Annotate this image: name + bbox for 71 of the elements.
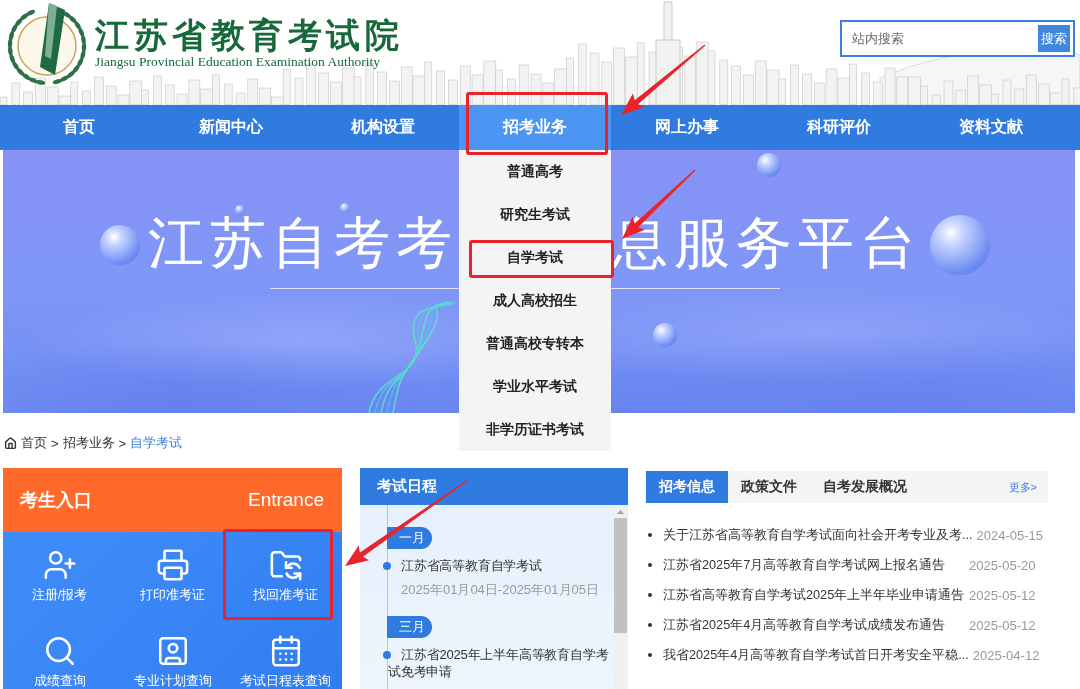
- bullet-icon: [648, 623, 652, 627]
- banner-title: 江苏自考考: [148, 212, 458, 274]
- scrollbar-thumb[interactable]: [614, 518, 627, 633]
- folder-refresh-icon: [268, 548, 303, 582]
- news-date: 2025-05-12: [969, 617, 1036, 633]
- entrance-title: 考生入口: [20, 489, 92, 512]
- entrance-link[interactable]: 找回准考证: [253, 548, 318, 602]
- breadcrumb-separator: >: [51, 435, 59, 451]
- month-label: 一月: [387, 527, 432, 549]
- menu-item[interactable]: 普通高考: [507, 163, 563, 180]
- search-button[interactable]: 搜索: [1038, 25, 1070, 52]
- news-link[interactable]: 关于江苏省高等教育自学考试面向社会开考专业及考...: [663, 526, 973, 544]
- breadcrumb-current: 自学考试: [130, 434, 183, 452]
- event-title: 江苏省高等教育自学考试: [401, 558, 542, 573]
- menu-item[interactable]: 研究生考试: [500, 206, 570, 223]
- entrance-link[interactable]: 考试日程表查询: [240, 634, 331, 688]
- nav-link[interactable]: 招考业务: [459, 105, 611, 150]
- sphere-icon: [100, 225, 140, 265]
- news-date: 2025-05-20: [969, 557, 1036, 573]
- bullet-icon: [648, 563, 652, 567]
- nav-link[interactable]: 新闻中心: [155, 105, 307, 150]
- home-icon: [4, 436, 17, 450]
- site-subtitle: Jiangsu Provincial Education Examination Authority: [95, 54, 381, 69]
- sphere-icon: [757, 153, 781, 177]
- sphere-icon: [235, 205, 245, 215]
- timeline-dot-icon: [383, 562, 391, 570]
- news-date: 2025-04-12: [972, 647, 1040, 663]
- bullet-icon: [648, 593, 652, 597]
- bullet-icon: [648, 533, 652, 537]
- printer-icon: [155, 548, 190, 582]
- menu-item[interactable]: 成人高校招生: [493, 292, 577, 309]
- tab[interactable]: 招考信息: [646, 471, 728, 503]
- entrance-link[interactable]: 打印准考证: [140, 548, 205, 602]
- news-link[interactable]: 江苏省2025年7月高等教育自学考试网上报名通告: [663, 556, 946, 574]
- schedule-title: 考试日程: [377, 477, 437, 496]
- search-field[interactable]: 站内搜索: [842, 22, 1038, 55]
- breadcrumb-separator: >: [118, 435, 127, 451]
- news-link[interactable]: 江苏省高等教育自学考试2025年上半年毕业申请通告: [663, 586, 965, 604]
- entrance-link[interactable]: 成绩查询: [33, 634, 86, 688]
- news-date: 2024-05-15: [976, 527, 1044, 543]
- sphere-icon: [653, 323, 677, 347]
- breadcrumb-link[interactable]: 招考业务: [62, 434, 115, 452]
- timeline-dot-icon: [383, 651, 391, 659]
- user-plus-icon: [42, 548, 77, 582]
- nav-link[interactable]: 网上办事: [611, 105, 763, 150]
- tab[interactable]: 政策文件: [728, 471, 810, 503]
- month-label: 三月: [387, 616, 432, 638]
- entrance-link[interactable]: 注册/报考: [31, 548, 88, 602]
- nav-link[interactable]: 首页: [3, 105, 155, 150]
- menu-item[interactable]: 普通高校专转本: [486, 335, 584, 352]
- search-box[interactable]: 站内搜索 搜索: [840, 20, 1075, 57]
- scroll-up-icon[interactable]: [617, 510, 624, 514]
- nav-link[interactable]: 资料文献: [915, 105, 1067, 150]
- site-title: 江苏省教育考试院: [95, 17, 403, 54]
- event-title: 江苏省2025年上半年高等教育自学考试免考申请: [388, 647, 609, 679]
- breadcrumb-link[interactable]: 首页: [21, 434, 47, 452]
- menu-item[interactable]: 非学历证书考试: [486, 421, 584, 438]
- entrance-link[interactable]: 专业计划查询: [133, 634, 212, 688]
- news-date: 2025-05-12: [969, 587, 1036, 603]
- news-link[interactable]: 我省2025年4月高等教育自学考试首日开考安全平稳...: [663, 646, 969, 664]
- menu-item[interactable]: 学业水平考试: [493, 378, 577, 395]
- more-link[interactable]: 更多>: [1008, 479, 1048, 495]
- entrance-subtitle: Entrance: [247, 489, 324, 511]
- sphere-icon: [340, 203, 350, 213]
- menu-item[interactable]: 自学考试: [507, 249, 563, 266]
- tab[interactable]: 自考发展概况: [810, 471, 920, 503]
- event-dates: 2025年01月04日-2025年01月05日: [401, 582, 600, 598]
- nav-link[interactable]: 机构设置: [307, 105, 459, 150]
- news-link[interactable]: 江苏省2025年4月高等教育自学考试成绩发布通告: [663, 616, 946, 634]
- nav-link[interactable]: 科研评价: [763, 105, 915, 150]
- bullet-icon: [648, 653, 652, 657]
